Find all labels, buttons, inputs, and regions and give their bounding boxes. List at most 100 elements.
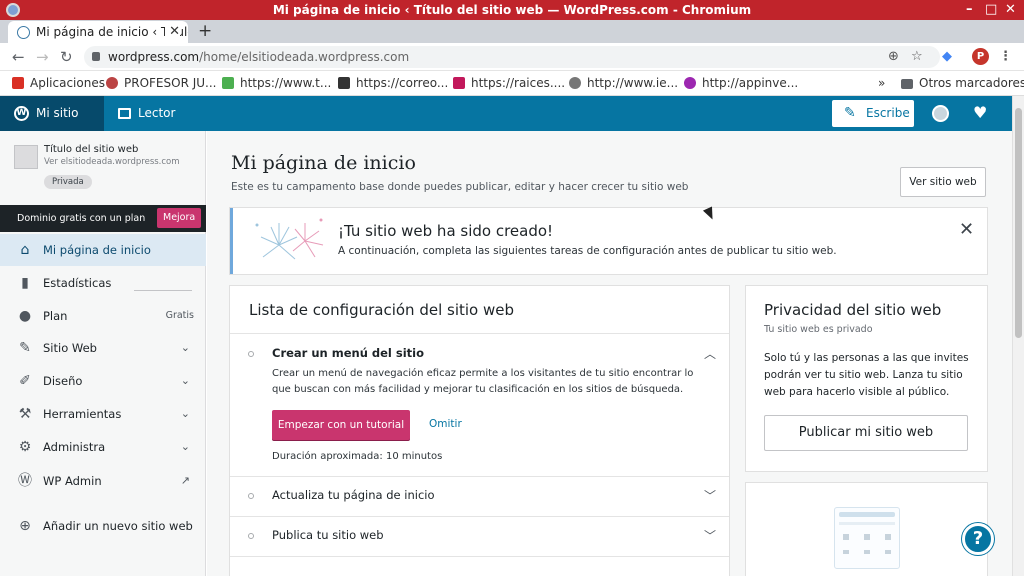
extension-icon[interactable]: ◆ — [942, 47, 952, 67]
bookmarks-bar: Aplicaciones PROFESOR JU... https://www.… — [0, 71, 1024, 96]
reload-icon[interactable]: ↻ — [60, 47, 73, 67]
sidebar-divider — [134, 290, 192, 291]
sidebar-item-stats[interactable]: ▮ Estadísticas — [0, 267, 206, 299]
zoom-icon[interactable]: ⊕ — [888, 47, 899, 67]
sidebar-item-wp-admin[interactable]: Ⓦ WP Admin ↗ — [0, 465, 206, 497]
privacy-status: Tu sitio web es privado — [764, 324, 873, 335]
site-preview-illustration — [834, 507, 900, 569]
minimize-icon[interactable]: – — [966, 0, 973, 20]
page-subtitle: Este es tu campamento base donde puedes … — [231, 181, 689, 193]
home-icon: ⌂ — [20, 242, 30, 258]
task-create-menu[interactable]: Crear un menú del sitio ︿ Crear un menú … — [230, 334, 729, 476]
close-window-icon[interactable]: ✕ — [1005, 0, 1016, 20]
window-title: Mi página de inicio ‹ Título del sitio w… — [272, 3, 752, 17]
url-host: wordpress.com — [108, 50, 200, 64]
write-button[interactable]: ✎ Escribe — [832, 100, 914, 127]
url-bar[interactable]: wordpress.com/home/elsitiodeada.wordpres… — [84, 46, 940, 68]
secondary-card — [746, 483, 987, 576]
task-status-icon — [248, 493, 254, 499]
scrollbar[interactable] — [1012, 96, 1024, 576]
plan-meta: Gratis — [165, 310, 194, 321]
close-tab-icon[interactable]: ✕ — [165, 21, 180, 43]
gear-icon — [106, 77, 118, 89]
chromium-logo-icon — [6, 3, 20, 17]
flower-icon — [684, 77, 696, 89]
domain-promo[interactable]: Dominio gratis con un plan Mejora — [0, 205, 206, 232]
bookmark-appinve[interactable]: http://appinve... — [684, 71, 798, 96]
start-tutorial-button[interactable]: Empezar con un tutorial — [272, 410, 410, 440]
chevron-down-icon[interactable]: ﹀ — [704, 487, 716, 504]
chevron-down-icon: ⌄ — [180, 341, 190, 354]
view-site-button[interactable]: Ver sitio web — [900, 167, 986, 197]
task-status-icon — [248, 351, 254, 357]
maximize-icon[interactable]: □ — [985, 0, 997, 20]
skip-link[interactable]: Omitir — [429, 418, 462, 430]
notifications-icon[interactable]: ♥ — [973, 102, 987, 124]
menu-dots-icon[interactable]: ⋮ — [999, 47, 1012, 67]
bookmark-profesor[interactable]: PROFESOR JU... — [106, 71, 216, 96]
upgrade-button[interactable]: Mejora — [157, 208, 202, 228]
back-icon[interactable]: ← — [12, 47, 25, 67]
lock-icon — [92, 52, 100, 61]
folder-icon — [453, 77, 465, 89]
task-label: Publica tu sitio web — [272, 528, 384, 542]
tab-strip: Mi página de inicio ‹ Título ✕ + — [0, 20, 1024, 43]
notice-title: ¡Tu sitio web ha sido creado! — [338, 222, 554, 240]
my-site-button[interactable]: W Mi sitio web — [0, 96, 104, 155]
bookmark-www-t[interactable]: https://www.t... — [222, 71, 331, 96]
task-label: Actualiza tu página de inicio — [272, 488, 435, 502]
sidebar-item-design[interactable]: ✐ Diseño ⌄ — [0, 365, 206, 397]
profile-avatar[interactable]: P — [972, 48, 989, 65]
forward-icon[interactable]: → — [36, 47, 49, 67]
privacy-description: Solo tú y las personas a las que invites… — [764, 352, 969, 398]
bookmark-ie[interactable]: http://www.ie... — [569, 71, 678, 96]
sidebar-item-website[interactable]: ✎ Sitio Web ⌄ — [0, 332, 206, 364]
folder-icon — [901, 79, 913, 89]
new-tab-icon[interactable]: + — [198, 20, 212, 42]
address-toolbar: ← → ↻ wordpress.com/home/elsitiodeada.wo… — [0, 43, 1024, 71]
other-bookmarks[interactable]: Otros marcadores — [901, 71, 1024, 96]
wordpress-favicon-icon — [17, 26, 30, 39]
divider — [230, 556, 729, 557]
bookmark-correo[interactable]: https://correo... — [338, 71, 448, 96]
task-update-homepage[interactable]: Actualiza tu página de inicio ﹀ — [230, 476, 729, 516]
reader-icon — [118, 108, 131, 119]
site-url[interactable]: Ver elsitiodeada.wordpress.com — [44, 157, 180, 167]
promo-text: Dominio gratis con un plan — [17, 213, 146, 224]
sidebar-item-add-site[interactable]: ⊕ Añadir un nuevo sitio web — [0, 510, 206, 542]
main-content: Mi página de inicio Este es tu campament… — [207, 131, 1012, 576]
sidebar-item-tools[interactable]: ⚒ Herramientas ⌄ — [0, 398, 206, 430]
mail-icon — [338, 77, 350, 89]
paw-icon — [569, 77, 581, 89]
bookmarks-overflow[interactable]: » — [878, 71, 885, 96]
bookmark-raices[interactable]: https://raices.... — [453, 71, 565, 96]
close-icon[interactable]: ✕ — [959, 219, 974, 240]
sidebar: Título del sitio web Ver elsitiodeada.wo… — [0, 131, 206, 576]
browser-tab[interactable]: Mi página de inicio ‹ Título ✕ — [8, 21, 188, 43]
chevron-down-icon[interactable]: ﹀ — [704, 527, 716, 544]
help-button[interactable]: ? — [962, 523, 994, 555]
task-description: Crear un menú de navegación eficaz permi… — [272, 368, 694, 395]
grid-icon — [222, 77, 234, 89]
bookmark-apps[interactable]: Aplicaciones — [12, 71, 105, 96]
wordpress-icon: W — [14, 106, 29, 121]
user-avatar[interactable] — [932, 105, 949, 122]
sidebar-item-manage[interactable]: ⚙ Administra ⌄ — [0, 431, 206, 463]
sidebar-item-home[interactable]: ⌂ Mi página de inicio — [0, 234, 206, 266]
scrollbar-thumb[interactable] — [1015, 108, 1022, 338]
setup-checklist: Lista de configuración del sitio web Cre… — [230, 286, 729, 576]
chevron-up-icon[interactable]: ︿ — [704, 345, 716, 362]
site-created-notice: ¡Tu sitio web ha sido creado! A continua… — [230, 208, 987, 274]
site-icon — [14, 145, 38, 169]
gear-icon: ⚙ — [18, 439, 32, 455]
publish-site-button[interactable]: Publicar mi sitio web — [764, 415, 968, 451]
chevron-down-icon: ⌄ — [180, 407, 190, 420]
task-status-icon — [248, 533, 254, 539]
task-publish-site[interactable]: Publica tu sitio web ﹀ — [230, 516, 729, 556]
bookmark-star-icon[interactable]: ☆ — [911, 47, 923, 67]
fireworks-illustration — [255, 218, 324, 260]
site-title: Título del sitio web — [44, 144, 139, 155]
brush-icon: ✐ — [19, 373, 31, 389]
reader-button[interactable]: Lector — [118, 96, 175, 131]
sidebar-item-plan[interactable]: ● Plan Gratis — [0, 300, 206, 332]
